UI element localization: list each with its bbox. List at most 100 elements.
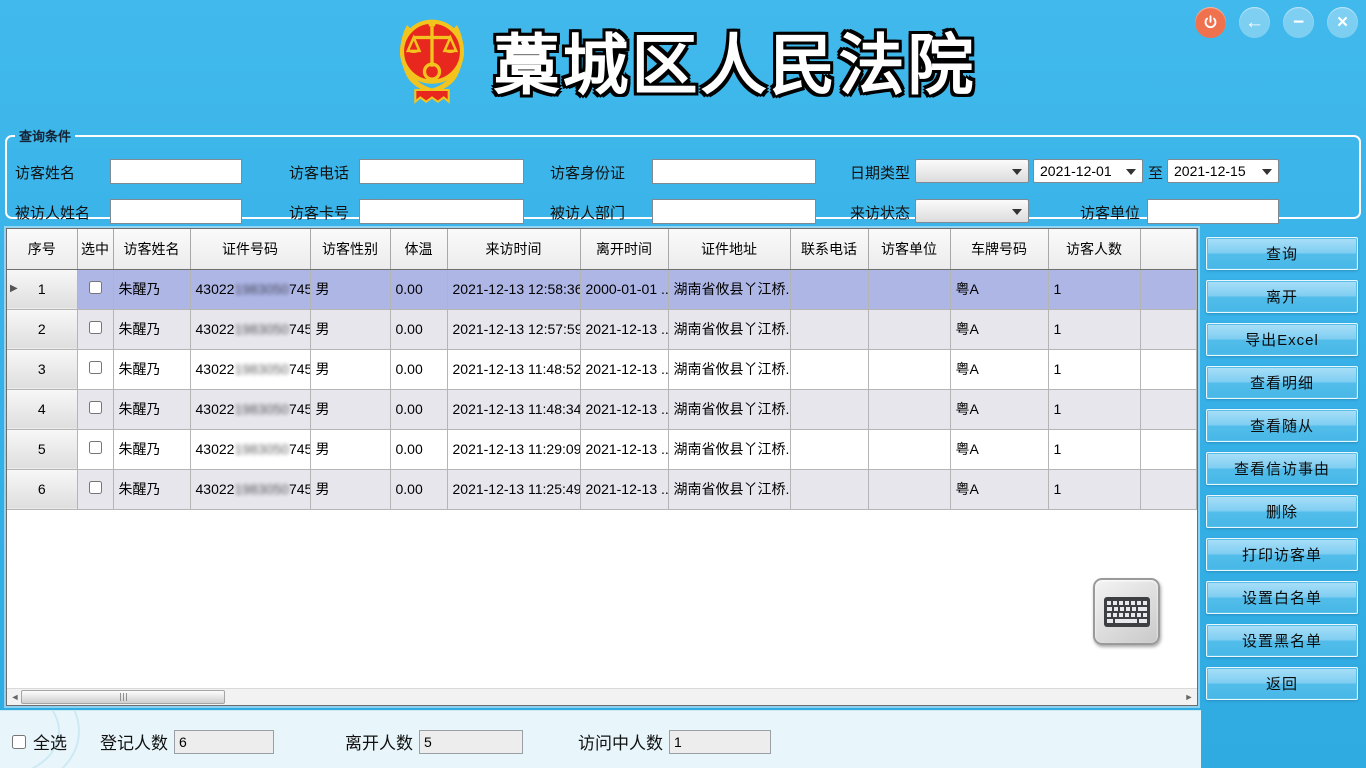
row-header[interactable]: 3 [7,349,77,389]
select-all-checkbox[interactable] [12,735,26,749]
row-header[interactable]: 5 [7,429,77,469]
registered-count-field[interactable] [174,730,274,754]
cell-plate[interactable]: 粤A [950,309,1048,349]
cell-id[interactable]: 43022198305074518 [190,309,310,349]
row-header[interactable]: 4 [7,389,77,429]
cell-temp[interactable]: 0.00 [390,349,447,389]
cell-phone[interactable] [790,429,868,469]
cell-plate[interactable]: 粤A [950,429,1048,469]
visitor-unit-input[interactable] [1147,199,1279,224]
cell-addr[interactable]: 湖南省攸县丫江桥... [668,269,790,309]
cell-name[interactable]: 朱醒乃 [113,349,190,389]
back-icon[interactable]: ← [1239,7,1270,38]
leave-button[interactable]: 离开 [1206,280,1358,313]
cell-plate[interactable]: 粤A [950,349,1048,389]
cell-count[interactable]: 1 [1048,429,1140,469]
export-excel-button[interactable]: 导出Excel [1206,323,1358,356]
date-type-select[interactable] [915,159,1029,183]
cell-unit[interactable] [868,469,950,509]
set-whitelist-button[interactable]: 设置白名单 [1206,581,1358,614]
visited-name-input[interactable] [110,199,242,224]
cell-leave[interactable]: 2021-12-13 ... [580,429,668,469]
cell-arrive[interactable]: 2021-12-13 11:48:34 [447,389,580,429]
cell-gender[interactable]: 男 [310,469,390,509]
horizontal-scrollbar[interactable]: ◄ ► [7,688,1197,705]
cell-unit[interactable] [868,389,950,429]
column-header[interactable]: 体温 [390,229,447,269]
column-header[interactable]: 序号 [7,229,77,269]
column-header[interactable]: 证件号码 [190,229,310,269]
cell-leave[interactable]: 2021-12-13 ... [580,389,668,429]
cell-name[interactable]: 朱醒乃 [113,389,190,429]
cell-unit[interactable] [868,429,950,469]
column-header[interactable]: 访客单位 [868,229,950,269]
cell-id[interactable]: 43022198305074518 [190,269,310,309]
column-header[interactable]: 访客人数 [1048,229,1140,269]
cell-phone[interactable] [790,469,868,509]
cell-gender[interactable]: 男 [310,429,390,469]
cell-unit[interactable] [868,349,950,389]
set-blacklist-button[interactable]: 设置黑名单 [1206,624,1358,657]
power-icon[interactable] [1195,7,1226,38]
row-checkbox[interactable] [89,401,102,414]
cell-temp[interactable]: 0.00 [390,309,447,349]
table-row[interactable]: 5朱醒乃43022198305074518男0.002021-12-13 11:… [7,429,1197,469]
column-header[interactable]: 访客姓名 [113,229,190,269]
cell-id[interactable]: 43022198305074518 [190,389,310,429]
table-row[interactable]: 6 朱醒乃43022198305074518男0.002021-12-13 11:… [7,469,1197,509]
cell-gender[interactable]: 男 [310,349,390,389]
cell-plate[interactable]: 粤A [950,269,1048,309]
column-header[interactable]: 离开时间 [580,229,668,269]
cell-arrive[interactable]: 2021-12-13 11:29:09 [447,429,580,469]
delete-button[interactable]: 删除 [1206,495,1358,528]
cell-addr[interactable]: 湖南省攸县丫江桥... [668,469,790,509]
cell-name[interactable]: 朱醒乃 [113,469,190,509]
query-button[interactable]: 查询 [1206,237,1358,270]
visitor-name-input[interactable] [110,159,242,184]
cell-leave[interactable]: 2021-12-13 ... [580,349,668,389]
virtual-keyboard-button[interactable] [1093,578,1160,645]
cell-addr[interactable]: 湖南省攸县丫江桥... [668,309,790,349]
cell-name[interactable]: 朱醒乃 [113,309,190,349]
cell-id[interactable]: 43022198305074518 [190,469,310,509]
cell-name[interactable]: 朱醒乃 [113,429,190,469]
cell-count[interactable]: 1 [1048,269,1140,309]
print-visitor-slip-button[interactable]: 打印访客单 [1206,538,1358,571]
cell-arrive[interactable]: 2021-12-13 11:25:49 [447,469,580,509]
column-header[interactable] [1140,229,1197,269]
column-header[interactable]: 证件地址 [668,229,790,269]
cell-phone[interactable] [790,309,868,349]
cell-leave[interactable]: 2021-12-13 ... [580,309,668,349]
cell-phone[interactable] [790,349,868,389]
cell-count[interactable]: 1 [1048,389,1140,429]
return-button[interactable]: 返回 [1206,667,1358,700]
cell-phone[interactable] [790,269,868,309]
cell-addr[interactable]: 湖南省攸县丫江桥... [668,349,790,389]
cell-temp[interactable]: 0.00 [390,269,447,309]
cell-gender[interactable]: 男 [310,269,390,309]
cell-addr[interactable]: 湖南省攸县丫江桥... [668,429,790,469]
cell-leave[interactable]: 2000-01-01 ... [580,269,668,309]
row-checkbox[interactable] [89,321,102,334]
minimize-icon[interactable]: − [1283,7,1314,38]
view-detail-button[interactable]: 查看明细 [1206,366,1358,399]
table-row[interactable]: 3朱醒乃43022198305074518男0.002021-12-13 11:… [7,349,1197,389]
scrollbar-thumb[interactable] [21,690,225,704]
cell-temp[interactable]: 0.00 [390,389,447,429]
visitor-id-input[interactable] [652,159,816,184]
cell-count[interactable]: 1 [1048,349,1140,389]
cell-temp[interactable]: 0.00 [390,469,447,509]
table-row[interactable]: 2朱醒乃43022198305074518男0.002021-12-13 12:… [7,309,1197,349]
cell-arrive[interactable]: 2021-12-13 12:57:59 [447,309,580,349]
column-header[interactable]: 来访时间 [447,229,580,269]
cell-plate[interactable]: 粤A [950,389,1048,429]
row-header[interactable]: 1▶ [7,269,77,309]
column-header[interactable]: 访客性别 [310,229,390,269]
cell-count[interactable]: 1 [1048,309,1140,349]
row-checkbox[interactable] [89,281,102,294]
cell-arrive[interactable]: 2021-12-13 12:58:36 [447,269,580,309]
cell-id[interactable]: 43022198305074518 [190,349,310,389]
visitor-phone-input[interactable] [359,159,524,184]
cell-name[interactable]: 朱醒乃 [113,269,190,309]
row-header[interactable]: 6 [7,469,77,509]
